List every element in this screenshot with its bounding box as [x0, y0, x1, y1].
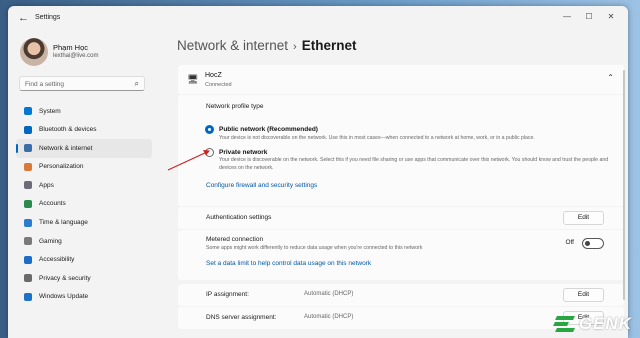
genk-logo-text: GENK: [578, 314, 632, 333]
minimize-button[interactable]: —: [556, 10, 578, 24]
dns-assignment-value: Automatic (DHCP): [304, 314, 354, 320]
metered-desc: Some apps might work differently to redu…: [206, 245, 423, 251]
breadcrumb-parent[interactable]: Network & internet: [177, 38, 288, 53]
bluetooth-icon: [24, 125, 32, 134]
profile-section-title: Network profile type: [206, 103, 264, 110]
sidebar-item-label: System: [39, 107, 61, 115]
title-bar: ← Settings — ☐ ✕: [8, 6, 628, 30]
sidebar-item-label: Apps: [39, 181, 54, 189]
metered-toggle[interactable]: [582, 238, 604, 249]
sidebar-nav: System Bluetooth & devices Network & inter…: [16, 102, 152, 307]
ip-edit-button[interactable]: Edit: [563, 288, 604, 302]
sidebar-item-accounts[interactable]: Accounts: [16, 195, 152, 214]
connection-header[interactable]: 🖥 HocZ Connected ⌃: [178, 65, 624, 94]
sidebar-item-network-internet[interactable]: Network & internet: [16, 139, 152, 158]
shield-icon: [24, 274, 32, 283]
person-icon: [24, 199, 32, 208]
breadcrumb-separator: ›: [293, 41, 297, 53]
ip-assignment-value: Automatic (DHCP): [304, 291, 354, 297]
metered-connection-row: Metered connection Some apps might work …: [178, 230, 624, 280]
genk-logo-mark: [552, 314, 576, 334]
connection-status: Connected: [205, 82, 232, 88]
sidebar-item-time-language[interactable]: Time & language: [16, 214, 152, 233]
apps-icon: [24, 181, 32, 190]
public-network-label: Public network (Recommended): [219, 126, 318, 133]
back-arrow-icon[interactable]: ←: [18, 12, 29, 24]
data-limit-link[interactable]: Set a data limit to help control data us…: [206, 260, 371, 267]
connection-name: HocZ: [205, 72, 222, 79]
scrollbar[interactable]: [623, 70, 625, 300]
avatar[interactable]: [20, 38, 48, 66]
main-content: Network & internet › Ethernet 🖥 HocZ Conne…: [158, 30, 628, 338]
sidebar-item-gaming[interactable]: Gaming: [16, 232, 152, 251]
search-input[interactable]: Find a setting ⌕: [19, 76, 145, 91]
sidebar-item-windows-update[interactable]: Windows Update: [16, 288, 152, 307]
maximize-button[interactable]: ☐: [578, 10, 600, 24]
auth-settings-row: Authentication settings Edit: [178, 207, 624, 229]
network-profile-card: Network profile type Public network (Rec…: [178, 95, 624, 206]
window-controls: — ☐ ✕: [556, 10, 622, 24]
user-name: Phạm Học: [53, 43, 89, 52]
update-icon: [24, 292, 32, 301]
search-placeholder: Find a setting: [25, 80, 65, 88]
sidebar-item-bluetooth-devices[interactable]: Bluetooth & devices: [16, 121, 152, 140]
sidebar-item-accessibility[interactable]: Accessibility: [16, 251, 152, 270]
user-email: lexthai@live.com: [53, 53, 99, 59]
controller-icon: [24, 237, 32, 246]
brush-icon: [24, 162, 32, 171]
sidebar-item-label: Accounts: [39, 200, 66, 208]
private-network-radio[interactable]: [205, 148, 214, 157]
ethernet-icon: 🖥: [187, 74, 199, 84]
sidebar-item-apps[interactable]: Apps: [16, 176, 152, 195]
settings-window: ← Settings — ☐ ✕ Phạm Học lexthai@live.c…: [8, 6, 628, 338]
metered-toggle-label: Off: [565, 239, 574, 246]
sidebar-item-label: Time & language: [39, 219, 88, 227]
sidebar-item-label: Bluetooth & devices: [39, 126, 97, 134]
metered-title: Metered connection: [206, 236, 264, 243]
sidebar-item-label: Network & internet: [39, 144, 93, 152]
search-icon[interactable]: ⌕: [135, 79, 139, 89]
firewall-settings-link[interactable]: Configure firewall and security settings: [206, 182, 317, 189]
public-network-desc: Your device is not discoverable on the n…: [219, 135, 535, 141]
sidebar: Phạm Học lexthai@live.com Find a setting…: [8, 30, 158, 338]
private-network-label: Private network: [219, 149, 268, 156]
sidebar-item-system[interactable]: System: [16, 102, 152, 121]
clock-globe-icon: [24, 218, 32, 227]
chevron-up-icon[interactable]: ⌃: [607, 73, 614, 82]
public-network-radio[interactable]: [205, 125, 214, 134]
close-button[interactable]: ✕: [600, 10, 622, 24]
wifi-icon: [24, 144, 32, 153]
genk-logo: GENK: [552, 314, 632, 334]
sidebar-item-label: Privacy & security: [39, 274, 91, 282]
sidebar-item-label: Personalization: [39, 163, 84, 171]
ip-assignment-row: IP assignment: Automatic (DHCP) Edit: [178, 284, 624, 306]
auth-edit-button[interactable]: Edit: [563, 211, 604, 225]
auth-settings-label: Authentication settings: [206, 214, 272, 221]
sidebar-item-label: Gaming: [39, 237, 62, 245]
page-title: Ethernet: [301, 38, 357, 53]
accessibility-icon: [24, 255, 32, 264]
breadcrumb: Network & internet › Ethernet: [177, 38, 356, 53]
sidebar-item-privacy-security[interactable]: Privacy & security: [16, 269, 152, 288]
sidebar-item-label: Windows Update: [39, 293, 89, 301]
private-network-desc: Your device is discoverable on the netwo…: [219, 157, 609, 171]
sidebar-item-label: Accessibility: [39, 256, 75, 264]
app-title: Settings: [35, 14, 61, 21]
ip-assignment-label: IP assignment:: [206, 291, 249, 298]
dns-assignment-label: DNS server assignment:: [206, 314, 277, 321]
monitor-icon: [24, 107, 32, 115]
sidebar-item-personalization[interactable]: Personalization: [16, 158, 152, 177]
